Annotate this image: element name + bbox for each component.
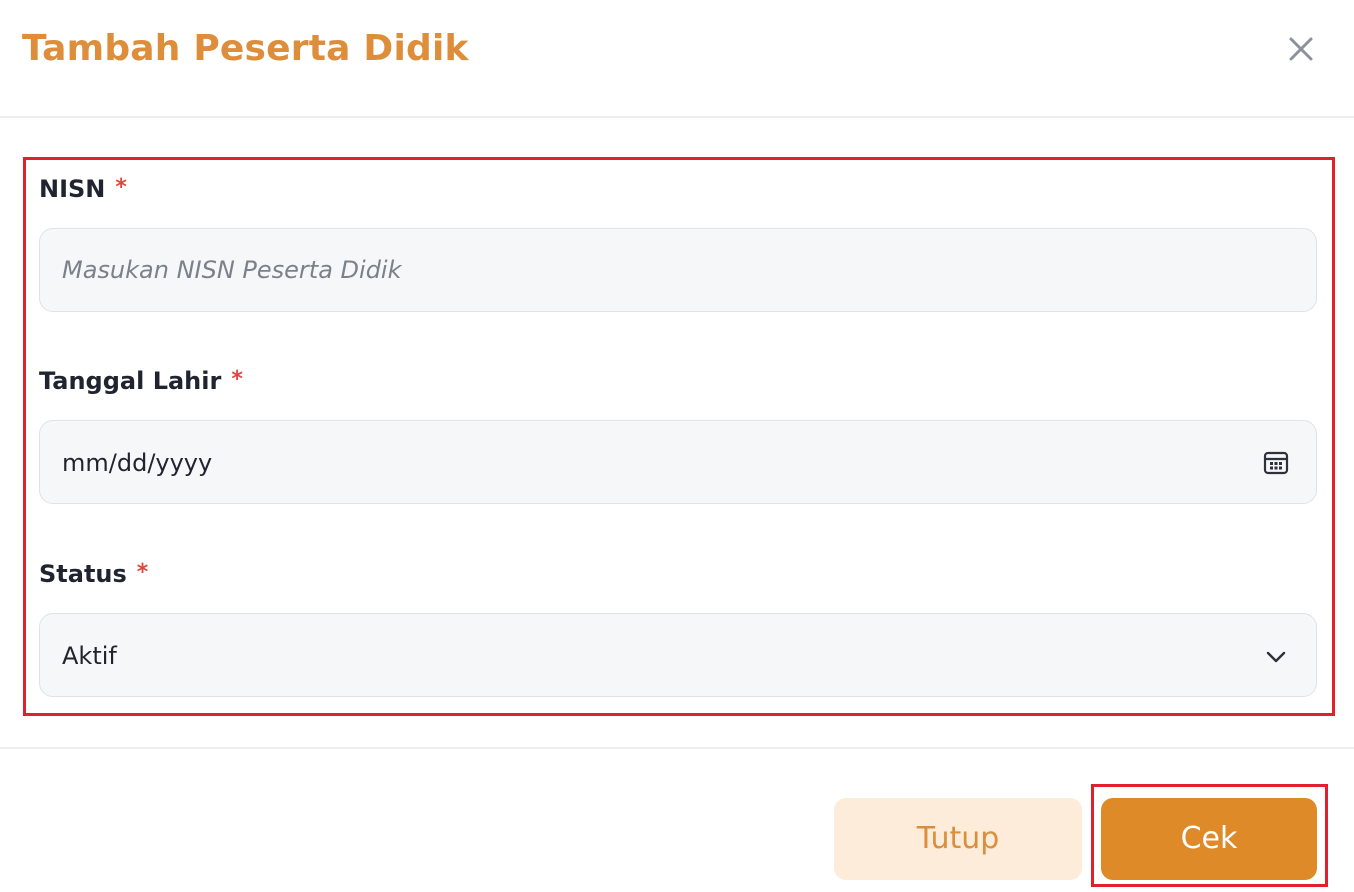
dialog-title: Tambah Peserta Didik [22, 28, 469, 69]
status-selected-value: Aktif [62, 642, 117, 670]
close-button[interactable] [1286, 34, 1316, 64]
status-required-mark: * [136, 560, 149, 585]
footer-divider [0, 747, 1354, 749]
status-select[interactable]: Aktif [39, 613, 1317, 697]
nisn-field[interactable] [39, 228, 1317, 312]
birth-date-field[interactable]: mm/dd/yyyy [39, 420, 1317, 504]
status-label: Status * [39, 560, 148, 588]
dialog-header: Tambah Peserta Didik [0, 0, 1354, 118]
nisn-label-text: NISN [39, 175, 106, 203]
add-student-dialog: Tambah Peserta Didik NISN * Tanggal Lahir… [0, 0, 1354, 892]
calendar-icon[interactable] [1262, 449, 1290, 477]
birth-date-label: Tanggal Lahir * [39, 367, 243, 395]
close-dialog-button[interactable]: Tutup [834, 798, 1082, 880]
birth-date-required-mark: * [231, 367, 243, 392]
nisn-required-mark: * [115, 175, 127, 200]
nisn-label: NISN * [39, 175, 127, 203]
status-label-text: Status [39, 560, 127, 588]
nisn-input[interactable] [62, 229, 1242, 311]
birth-date-label-text: Tanggal Lahir [39, 367, 222, 395]
chevron-down-icon [1266, 651, 1286, 663]
close-icon [1289, 37, 1313, 61]
birth-date-value: mm/dd/yyyy [62, 449, 213, 477]
check-button-highlight [1091, 784, 1328, 887]
